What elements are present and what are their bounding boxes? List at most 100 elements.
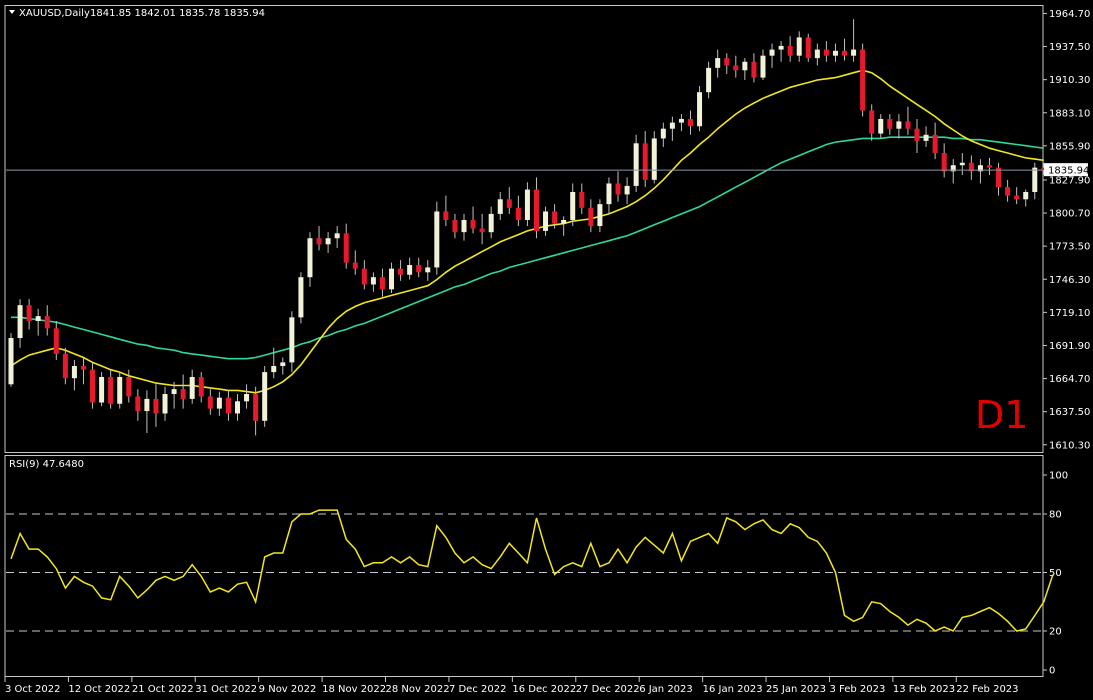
bullish-candle	[407, 265, 413, 275]
bearish-candle	[805, 37, 811, 59]
bearish-candle	[751, 61, 757, 78]
bullish-candle	[832, 50, 838, 56]
bullish-candle	[697, 92, 703, 127]
price-tick-label: 1610.30	[1049, 440, 1090, 451]
bullish-candle	[117, 376, 123, 404]
bearish-candle	[479, 228, 485, 233]
bullish-candle	[678, 118, 684, 123]
bullish-candle	[561, 219, 567, 224]
bearish-candle	[533, 189, 539, 231]
bearish-candle	[153, 398, 159, 414]
bearish-candle	[887, 118, 893, 129]
bullish-candle	[298, 277, 304, 318]
price-tick-label: 1910.30	[1049, 75, 1090, 86]
rsi-tick-label: 80	[1049, 510, 1062, 521]
bearish-candle	[506, 199, 512, 208]
bullish-candle	[769, 49, 775, 56]
bullish-candle	[289, 317, 295, 363]
bullish-candle	[216, 397, 222, 409]
bullish-candle	[325, 238, 331, 245]
bullish-candle	[434, 211, 440, 268]
bullish-candle	[189, 376, 195, 399]
bearish-candle	[253, 394, 259, 421]
bullish-candle	[71, 366, 77, 379]
main-chart-panel[interactable]	[4, 5, 1044, 453]
rsi-tick-label: 20	[1049, 627, 1062, 638]
price-tick-label: 1855.90	[1049, 141, 1090, 152]
bullish-candle	[959, 162, 965, 166]
rsi-tick-label: 100	[1049, 471, 1068, 482]
bullish-candle	[17, 305, 23, 339]
bearish-candle	[842, 50, 848, 56]
price-tick-label: 1800.70	[1049, 209, 1090, 220]
time-tick-label: 25 Jan 2023	[766, 684, 826, 695]
bearish-candle	[823, 49, 829, 56]
bearish-candle	[361, 268, 367, 285]
bearish-candle	[515, 207, 521, 220]
rsi-panel[interactable]	[4, 455, 1044, 677]
bearish-candle	[443, 211, 449, 220]
bullish-candle	[488, 213, 494, 233]
price-tick-label: 1827.90	[1049, 175, 1090, 186]
time-tick-label: 22 Feb 2023	[956, 684, 1018, 695]
time-tick-label: 16 Jan 2023	[703, 684, 763, 695]
current-price-tag-label: 1835.94	[1048, 166, 1089, 177]
bullish-candle	[624, 185, 630, 195]
rsi-tick-label: 50	[1049, 568, 1062, 579]
bearish-candle	[932, 134, 938, 154]
bullish-candle	[878, 118, 884, 134]
price-tick-label: 1719.10	[1049, 308, 1090, 319]
bullish-candle	[851, 49, 857, 56]
bearish-candle	[198, 376, 204, 397]
bearish-candle	[26, 305, 32, 321]
time-tick-label: 27 Dec 2022	[576, 684, 640, 695]
bullish-candle	[389, 268, 395, 290]
bullish-candle	[8, 338, 14, 385]
bullish-candle	[235, 401, 240, 414]
bullish-candle	[896, 121, 902, 129]
bearish-candle	[352, 262, 358, 269]
bullish-candle	[271, 366, 277, 373]
bullish-candle	[461, 219, 467, 233]
bearish-candle	[860, 49, 866, 111]
rsi-tick-label: 0	[1049, 666, 1055, 677]
bearish-candle	[180, 389, 186, 399]
bearish-candle	[642, 143, 648, 180]
bearish-candle	[207, 396, 213, 409]
bullish-candle	[742, 61, 748, 71]
bearish-candle	[135, 396, 141, 412]
bearish-candle	[225, 397, 231, 414]
time-axis: 3 Oct 2022 12 Oct 2022 21 Oct 2022 31 Oct 2…	[4, 677, 1019, 695]
bullish-candle	[99, 376, 105, 403]
bullish-candle	[597, 204, 603, 227]
bearish-candle	[905, 121, 911, 129]
bullish-candle	[425, 267, 431, 273]
price-tick-label: 1637.50	[1049, 407, 1090, 418]
bullish-candle	[796, 37, 802, 56]
bullish-candle	[307, 238, 313, 278]
bearish-candle	[416, 265, 422, 273]
bullish-candle	[543, 211, 549, 231]
time-tick-label: 21 Oct 2022	[132, 684, 194, 695]
bearish-candle	[470, 219, 476, 229]
bullish-candle	[162, 394, 168, 414]
bearish-candle	[869, 110, 875, 134]
bullish-candle	[262, 372, 268, 421]
bullish-candle	[524, 189, 530, 220]
bearish-candle	[379, 277, 385, 290]
chart-window[interactable]: XAUUSD,Daily 1841.85 1842.01 1835.78 183…	[0, 0, 1093, 700]
time-tick-label: 16 Dec 2022	[512, 684, 576, 695]
time-tick-label: 6 Jan 2023	[639, 684, 693, 695]
bullish-candle	[814, 49, 820, 59]
time-tick-label: 3 Oct 2022	[5, 684, 60, 695]
time-tick-label: 7 Dec 2022	[449, 684, 507, 695]
bullish-candle	[35, 316, 41, 321]
bearish-candle	[724, 58, 730, 66]
bearish-candle	[316, 238, 322, 245]
price-tick-label: 1664.70	[1049, 374, 1090, 385]
bearish-candle	[615, 183, 621, 195]
bullish-candle	[171, 389, 177, 395]
bullish-candle	[633, 143, 639, 186]
bearish-candle	[53, 328, 59, 354]
bullish-candle	[144, 398, 150, 412]
